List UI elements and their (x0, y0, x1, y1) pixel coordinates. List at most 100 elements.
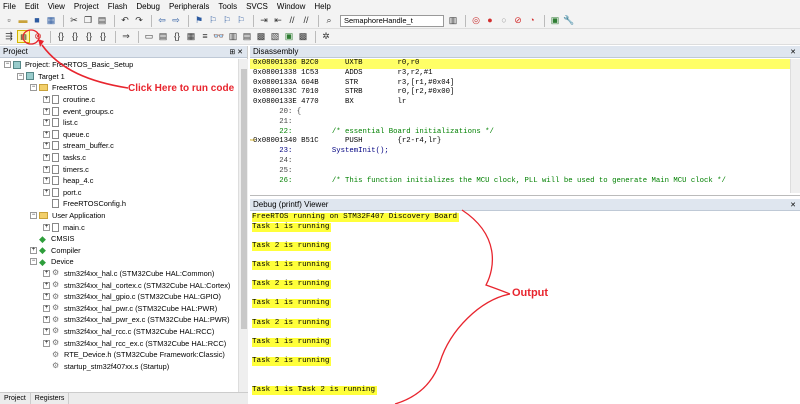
command-window-icon[interactable]: ▭ (143, 31, 155, 43)
expand-icon[interactable]: + (43, 269, 50, 277)
stop-icon[interactable]: ⊗ (32, 31, 44, 43)
step-into-icon[interactable]: {} (55, 31, 67, 43)
tree-item[interactable]: + ⚙ stm32f4xx_hal_cortex.c (STM32Cube HAL:… (0, 279, 238, 291)
menu-item[interactable]: View (48, 2, 65, 11)
expand-icon[interactable]: + (43, 142, 50, 150)
comment-icon[interactable]: // (286, 15, 298, 27)
expand-icon[interactable]: + (43, 327, 50, 335)
tree-item[interactable]: + tasks.c (0, 152, 238, 164)
breakpoint-kill-icon[interactable]: ◔ (526, 15, 538, 27)
disassembly-line[interactable]: 22: /* essential Board initializations *… (250, 128, 790, 138)
breakpoint-clear-icon[interactable]: ⊘ (512, 15, 524, 27)
disassembly-window-icon[interactable]: ▤ (157, 31, 169, 43)
expand-icon[interactable]: + (30, 246, 37, 254)
debug-session-icon[interactable]: ◎ (470, 15, 482, 27)
tree-item[interactable]: + ⚙ stm32f4xx_hal_pwr.c (STM32Cube HAL:PWR… (0, 302, 238, 314)
expand-icon[interactable]: + (43, 177, 50, 185)
menu-item[interactable]: Flash (108, 2, 128, 11)
bookmark-clear-icon[interactable]: ⚐ (235, 15, 247, 27)
save-all-icon[interactable]: ▦ (45, 15, 57, 27)
step-over-icon[interactable]: {} (69, 31, 81, 43)
disassembly-line[interactable]: 20: { (250, 108, 790, 118)
tree-item[interactable]: + ◆ Compiler (0, 245, 238, 257)
expand-icon[interactable]: + (43, 96, 50, 104)
bookmark-next-icon[interactable]: ⚐ (221, 15, 233, 27)
expand-icon[interactable]: + (43, 316, 50, 324)
tree-item[interactable]: + list.c (0, 117, 238, 129)
expand-icon[interactable]: + (43, 339, 50, 347)
paste-icon[interactable]: ▤ (96, 15, 108, 27)
menu-item[interactable]: Tools (218, 2, 237, 11)
breakpoint-icon[interactable]: ● (484, 15, 496, 27)
project-scrollbar-thumb[interactable] (241, 69, 247, 329)
disassembly-line[interactable]: 0x08001336 B2C0 UXTB r0,r0 (250, 59, 790, 69)
analysis-window-icon[interactable]: ▩ (255, 31, 267, 43)
expand-icon[interactable]: + (43, 107, 50, 115)
configure-icon[interactable]: 🔧 (563, 15, 575, 27)
collapse-icon[interactable]: − (30, 212, 37, 220)
tree-item[interactable]: + ⚙ stm32f4xx_hal_pwr_ex.c (STM32Cube HAL:… (0, 314, 238, 326)
tree-item[interactable]: + stream_buffer.c (0, 140, 238, 152)
cut-icon[interactable]: ✂ (68, 15, 80, 27)
tree-item[interactable]: ⚙ startup_stm32f407xx.s (Startup) (0, 360, 238, 372)
system-viewer-icon[interactable]: ▣ (283, 31, 295, 43)
disassembly-line[interactable]: 0x0800133A 604B STR r3,[r1,#0x04] (250, 79, 790, 89)
expand-icon[interactable]: + (43, 154, 50, 162)
tree-item[interactable]: FreeRTOSConfig.h (0, 198, 238, 210)
save-icon[interactable]: ■ (31, 15, 43, 27)
disassembly-code[interactable]: 0x08001336 B2C0 UXTB r0,r0 0x08001338 1C5… (250, 59, 790, 193)
tree-item[interactable]: − Target 1 (0, 71, 238, 83)
watch-window-icon[interactable]: 👓 (213, 31, 225, 43)
expand-icon[interactable]: + (43, 119, 50, 127)
expand-icon[interactable]: + (43, 223, 50, 231)
find-icon[interactable]: ⌕ (323, 15, 335, 27)
menu-item[interactable]: Project (74, 2, 99, 11)
panel-close-icon[interactable]: ⊞ ✕ (229, 48, 243, 56)
disassembly-scrollbar[interactable] (790, 59, 800, 193)
disassembly-line[interactable]: 21: (250, 118, 790, 128)
tree-item[interactable]: + ⚙ stm32f4xx_hal_rcc.c (STM32Cube HAL:RCC… (0, 326, 238, 338)
menu-item[interactable]: Peripherals (169, 2, 209, 11)
tree-item[interactable]: + ⚙ stm32f4xx_hal_rcc_ex.c (STM32Cube HAL:… (0, 337, 238, 349)
expand-icon[interactable]: + (43, 188, 50, 196)
show-next-statement-icon[interactable]: ⇒ (120, 31, 132, 43)
tree-item[interactable]: + croutine.c (0, 94, 238, 106)
tree-item[interactable]: − ◆ Device (0, 256, 238, 268)
disassembly-line[interactable]: ⇨ 0x08001340 B51C PUSH {r2-r4,lr} (250, 137, 790, 147)
debug-output[interactable]: FreeRTOS running on STM32F407 Discovery … (252, 212, 792, 404)
tree-item[interactable]: + event_groups.c (0, 105, 238, 117)
bookmark-prev-icon[interactable]: ⚐ (207, 15, 219, 27)
find-combo[interactable]: SemaphoreHandle_t (340, 14, 444, 27)
expand-icon[interactable]: + (43, 304, 50, 312)
collapse-icon[interactable]: − (30, 84, 37, 92)
step-out-icon[interactable]: {} (83, 31, 95, 43)
uncomment-icon[interactable]: // (300, 15, 312, 27)
panel-close-icon[interactable]: ✕ (790, 48, 796, 56)
menu-item[interactable]: Edit (25, 2, 39, 11)
run-button[interactable]: ▤ (17, 30, 30, 43)
new-file-icon[interactable]: ▫ (3, 15, 15, 27)
tree-item[interactable]: ◆ CMSIS (0, 233, 238, 245)
disassembly-line[interactable]: 25: (250, 167, 790, 177)
undo-icon[interactable]: ↶ (119, 15, 131, 27)
tree-item[interactable]: − User Application (0, 210, 238, 222)
disassembly-line[interactable]: 0x0800133E 4770 BX lr (250, 98, 790, 108)
tree-item[interactable]: + port.c (0, 187, 238, 199)
collapse-icon[interactable]: − (4, 61, 11, 69)
redo-icon[interactable]: ↷ (133, 15, 145, 27)
tree-item[interactable]: + queue.c (0, 129, 238, 141)
tree-item[interactable]: + timers.c (0, 163, 238, 175)
panel-close-icon[interactable]: ✕ (790, 201, 796, 209)
open-folder-icon[interactable]: ▬ (17, 15, 29, 27)
indent-icon[interactable]: ⇥ (258, 15, 270, 27)
expand-icon[interactable]: + (43, 165, 50, 173)
tab-registers[interactable]: Registers (31, 392, 70, 404)
tree-item[interactable]: + heap_4.c (0, 175, 238, 187)
unindent-icon[interactable]: ⇤ (272, 15, 284, 27)
serial-window-icon[interactable]: ▤ (241, 31, 253, 43)
nav-back-icon[interactable]: ⇦ (156, 15, 168, 27)
toolbox-icon[interactable]: ▩ (297, 31, 309, 43)
find-in-files-icon[interactable]: ▥ (447, 15, 459, 27)
disassembly-line[interactable]: 23: SystemInit(); (250, 147, 790, 157)
breakpoint-disable-icon[interactable]: ○ (498, 15, 510, 27)
